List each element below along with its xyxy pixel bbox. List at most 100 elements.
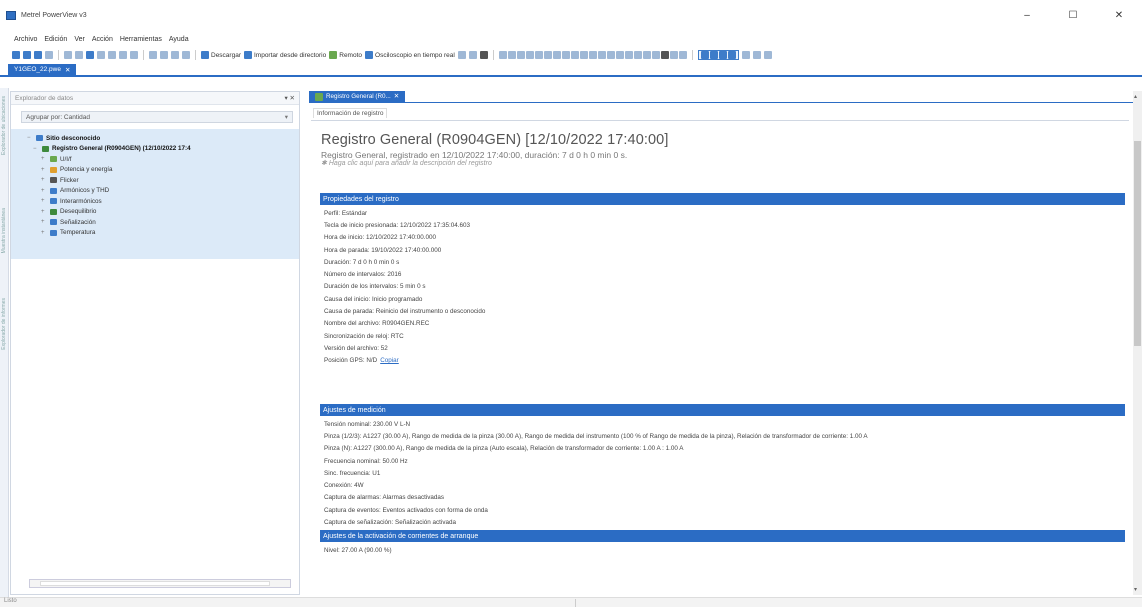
expand-icon[interactable]: + (41, 188, 47, 194)
tree-item[interactable]: − Registro General (R0904GEN) (12/10/2022… (27, 144, 299, 155)
tree-item[interactable]: + Armónicos y THD (27, 186, 299, 197)
expand-icon[interactable]: + (41, 167, 47, 173)
channel-icon[interactable] (543, 51, 552, 59)
tree-item[interactable]: − Sitio desconocido (27, 133, 299, 144)
channel-icon[interactable] (642, 51, 651, 59)
cursor-icon[interactable] (149, 51, 157, 59)
print-icon[interactable] (45, 51, 53, 59)
close-icon[interactable]: ✕ (65, 66, 70, 74)
channel-icon[interactable] (570, 51, 579, 59)
expand-icon[interactable]: + (41, 156, 47, 162)
scope-button[interactable]: Osciloscopio en tiempo real (365, 51, 455, 59)
grid-icon[interactable] (468, 51, 477, 59)
zoom-icon[interactable] (97, 51, 105, 59)
view-icon[interactable] (718, 51, 727, 59)
menu-ayuda[interactable]: Ayuda (169, 36, 189, 43)
settings-icon[interactable] (457, 51, 466, 59)
menu-edicion[interactable]: Edición (44, 36, 67, 43)
section-header[interactable]: Ajustes de medición (320, 404, 1125, 416)
extra-icon[interactable] (741, 51, 750, 59)
add-description-link[interactable]: ✱ Haga clic aquí para añadir la descripc… (321, 159, 492, 167)
collapse-icon[interactable]: − (27, 135, 33, 141)
channel-icon[interactable] (552, 51, 561, 59)
close-icon[interactable]: ✕ (394, 93, 399, 100)
strip-tab-reports[interactable]: Explorador de informes (1, 298, 7, 350)
expand-icon[interactable]: + (41, 219, 47, 225)
pin-close-icon[interactable]: ▾ ✕ (284, 94, 295, 102)
horizontal-scrollbar[interactable] (29, 579, 291, 588)
zoom-out-icon[interactable] (75, 51, 83, 59)
zoom-in-icon[interactable] (64, 51, 72, 59)
copy-link[interactable]: Copiar (380, 357, 399, 364)
section-header[interactable]: Ajustes de la activación de corrientes d… (320, 530, 1125, 542)
tree-item[interactable]: + Flicker (27, 175, 299, 186)
expand-icon[interactable]: + (41, 198, 47, 204)
tree-item[interactable]: + Potencia y energía (27, 165, 299, 176)
channel-icon[interactable] (624, 51, 633, 59)
expand-icon[interactable]: + (41, 177, 47, 183)
tree-item[interactable]: + Señalización (27, 217, 299, 228)
import-button[interactable]: Importar desde directorio (243, 51, 326, 59)
save-icon[interactable] (34, 51, 42, 59)
collapse-icon[interactable]: − (33, 146, 39, 152)
export-icon[interactable] (182, 51, 190, 59)
channel-icon[interactable] (615, 51, 624, 59)
channel-icon[interactable] (516, 51, 525, 59)
record-icon[interactable] (479, 51, 488, 59)
remote-button[interactable]: Remoto (329, 51, 362, 59)
channel-icon[interactable] (525, 51, 534, 59)
channel-icon[interactable] (678, 51, 687, 59)
vertical-scrollbar[interactable]: ▴ ▾ (1133, 91, 1142, 595)
document-tab[interactable]: Y1GEO_22.pwe ✕ (8, 64, 77, 75)
tree-item[interactable]: + Temperatura (27, 228, 299, 239)
table-icon[interactable] (160, 51, 168, 59)
maximize-button[interactable]: ☐ (1050, 0, 1096, 30)
strip-tab-snapshot[interactable]: Muestra instantánea (1, 208, 7, 253)
extra-icon[interactable] (752, 51, 761, 59)
scrollbar-thumb[interactable] (1134, 141, 1141, 346)
channel-icon[interactable] (606, 51, 615, 59)
select-icon[interactable] (86, 51, 94, 59)
view-icon[interactable] (709, 51, 718, 59)
tree-item[interactable]: + Desequilibrio (27, 207, 299, 218)
scroll-down-icon[interactable]: ▾ (1134, 586, 1137, 593)
view-icon[interactable] (727, 51, 736, 59)
expand-icon[interactable]: + (41, 209, 47, 215)
menu-accion[interactable]: Acción (92, 36, 113, 43)
channel-icon[interactable] (660, 51, 669, 59)
download-button[interactable]: Descargar (201, 51, 241, 59)
tree-item[interactable]: + Interarmónicos (27, 196, 299, 207)
channel-icon[interactable] (633, 51, 642, 59)
fit-icon[interactable] (119, 51, 127, 59)
menu-ver[interactable]: Ver (74, 36, 85, 43)
channel-icon[interactable] (534, 51, 543, 59)
channel-icon[interactable] (651, 51, 660, 59)
open-icon[interactable] (23, 51, 31, 59)
view-icon[interactable] (700, 51, 709, 59)
scroll-up-icon[interactable]: ▴ (1134, 93, 1137, 100)
scrollbar-thumb[interactable] (40, 581, 270, 586)
section-header[interactable]: Propiedades del registro (320, 193, 1125, 205)
record-tab[interactable]: Registro General (R0... ✕ (309, 91, 406, 102)
channel-icon[interactable] (669, 51, 678, 59)
pan-icon[interactable] (108, 51, 116, 59)
channel-icon[interactable] (588, 51, 597, 59)
strip-tab-locations[interactable]: Explorador de ubicaciones (1, 96, 7, 155)
channel-icon[interactable] (579, 51, 588, 59)
chart-icon[interactable] (171, 51, 179, 59)
channel-icon[interactable] (498, 51, 507, 59)
minimize-button[interactable]: – (1004, 0, 1050, 30)
tree-item[interactable]: + U/I/f (27, 154, 299, 165)
tab-record-info[interactable]: Información de registro (313, 108, 388, 118)
undo-zoom-icon[interactable] (130, 51, 138, 59)
channel-icon[interactable] (507, 51, 516, 59)
group-by-dropdown[interactable]: Agrupar por: Cantidad ▾ (21, 111, 293, 123)
channel-icon[interactable] (597, 51, 606, 59)
extra-icon[interactable] (763, 51, 772, 59)
close-button[interactable]: ✕ (1096, 0, 1142, 30)
new-icon[interactable] (12, 51, 20, 59)
expand-icon[interactable]: + (41, 230, 47, 236)
menu-archivo[interactable]: Archivo (14, 36, 37, 43)
channel-icon[interactable] (561, 51, 570, 59)
menu-herramientas[interactable]: Herramientas (120, 36, 162, 43)
